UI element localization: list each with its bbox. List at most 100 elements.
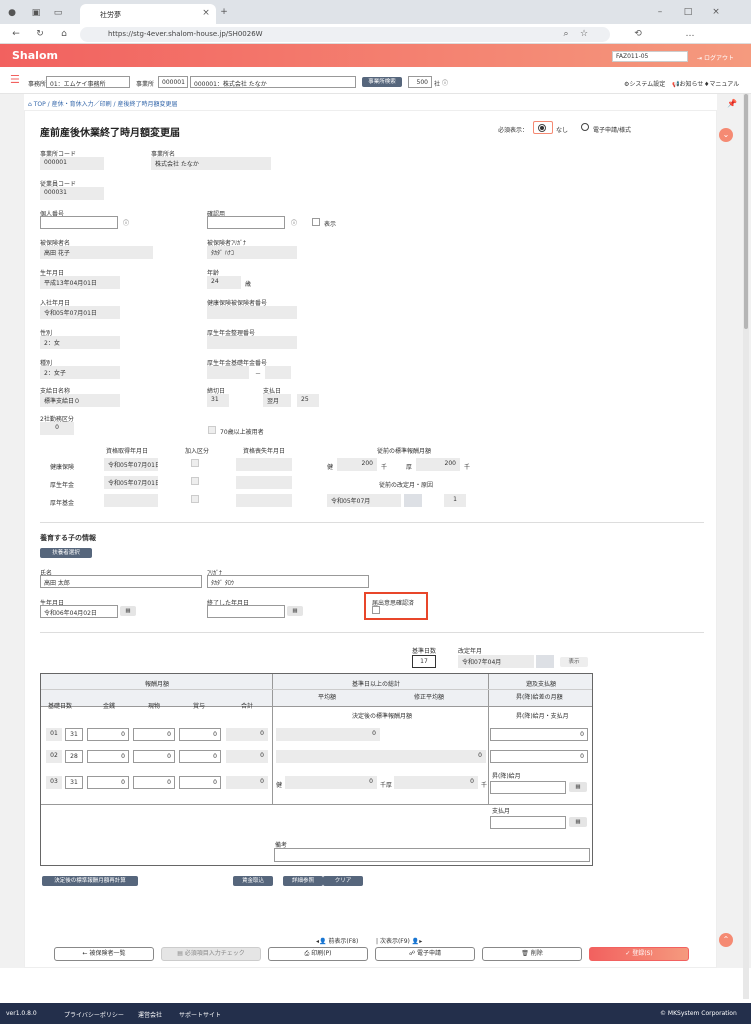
row-goods-input[interactable]: 0 bbox=[133, 750, 175, 763]
scroll-top-icon[interactable]: ⌃ bbox=[719, 933, 733, 947]
menu-icon[interactable]: ☰ bbox=[10, 73, 20, 86]
pin-icon[interactable]: 📌 bbox=[727, 99, 737, 108]
footer-privacy[interactable]: プライバシーポリシー bbox=[64, 1010, 124, 1019]
paym-calendar-icon[interactable]: ▦ bbox=[569, 817, 587, 827]
home-icon[interactable]: ⌂ bbox=[58, 29, 70, 39]
notice-link[interactable]: 📢お知らせ bbox=[672, 79, 703, 88]
breadcrumb-top[interactable]: TOP bbox=[34, 101, 46, 108]
row-days-input[interactable]: 28 bbox=[65, 750, 83, 763]
manual-link[interactable]: ♦マニュアル bbox=[704, 79, 739, 88]
paym-input[interactable] bbox=[490, 816, 566, 829]
up-calendar-icon[interactable]: ▦ bbox=[569, 782, 587, 792]
office-label: 事務所 bbox=[28, 81, 47, 88]
ins-r2-lose bbox=[236, 476, 292, 489]
next-display[interactable]: | 次表示(F9) 👤▸ bbox=[376, 936, 422, 945]
retro-pay-input[interactable]: 0 bbox=[490, 750, 588, 763]
back-icon[interactable]: ← bbox=[10, 29, 22, 39]
detail-button[interactable]: 詳細参照 bbox=[283, 876, 323, 886]
over70-checkbox[interactable] bbox=[208, 426, 216, 434]
kosei-value bbox=[207, 336, 297, 349]
office-select[interactable]: 01：エムケイ事務所 bbox=[46, 76, 130, 88]
jigyosho-code-input[interactable]: 000001 bbox=[158, 76, 188, 88]
row-bonus-input[interactable]: 0 bbox=[179, 728, 221, 741]
footer-support[interactable]: サポートサイト bbox=[179, 1010, 221, 1019]
refresh-icon[interactable]: ↻ bbox=[34, 29, 46, 39]
settings-more-icon[interactable]: … bbox=[684, 29, 696, 39]
maximize-icon[interactable]: □ bbox=[682, 7, 694, 17]
print-button[interactable]: ⎙ 印刷(P) bbox=[268, 947, 368, 961]
tab-close-icon[interactable]: × bbox=[200, 8, 212, 18]
ins-h-join: 加入区分 bbox=[185, 448, 210, 455]
h-prevm: 昇(降)給差の月額 bbox=[516, 694, 563, 701]
profile-icon[interactable]: ● bbox=[6, 8, 18, 18]
must-none-radio-wrap[interactable] bbox=[533, 121, 553, 134]
url-field[interactable]: https://stg-4ever.shalom-house.jp/SH0026… bbox=[80, 27, 610, 42]
breadcrumb-1[interactable]: 産休・育休入力／印刷 bbox=[52, 101, 112, 108]
child-end-calendar-icon[interactable]: ▦ bbox=[287, 606, 303, 616]
row-money-input[interactable]: 0 bbox=[87, 750, 129, 763]
new-tab-icon[interactable]: + bbox=[218, 7, 230, 17]
delete-button[interactable]: 🗑 削除 bbox=[482, 947, 582, 961]
row-days-input[interactable]: 31 bbox=[65, 728, 83, 741]
child-end-input[interactable] bbox=[207, 605, 285, 618]
days-input[interactable]: 17 bbox=[412, 655, 436, 668]
zoom-icon[interactable]: ⌕ bbox=[560, 29, 572, 39]
account-select[interactable]: FAZ011-05 bbox=[612, 51, 688, 62]
row-goods-input[interactable]: 0 bbox=[133, 728, 175, 741]
e-apply-button[interactable]: ☍ 電子申請 bbox=[375, 947, 475, 961]
show-checkbox[interactable] bbox=[312, 218, 320, 226]
logout-link[interactable]: ⇥ ログアウト bbox=[697, 53, 734, 62]
ins-h-prev: 従前の標準報酬月額 bbox=[377, 448, 432, 455]
recalc-button[interactable]: 決定後の標準報酬月額再計算 bbox=[42, 876, 138, 886]
ins-ken: 健 bbox=[327, 464, 334, 471]
mynumber-input[interactable] bbox=[40, 216, 118, 229]
scrollbar-thumb[interactable] bbox=[744, 94, 748, 329]
row-bonus-input[interactable]: 0 bbox=[179, 776, 221, 789]
extensions-icon[interactable]: ⟲ bbox=[632, 29, 644, 39]
emp-code-value: 000031 bbox=[40, 187, 104, 200]
over70-label: 70歳以上被用者 bbox=[220, 429, 264, 436]
child-name-input[interactable]: 高田 太郎 bbox=[40, 575, 202, 588]
window-close-icon[interactable]: × bbox=[710, 7, 722, 17]
workspaces-icon[interactable]: ▣ bbox=[30, 8, 42, 18]
row-bonus-input[interactable]: 0 bbox=[179, 750, 221, 763]
child-birth-calendar-icon[interactable]: ▦ bbox=[120, 606, 136, 616]
footer-company[interactable]: 運営会社 bbox=[138, 1010, 162, 1019]
system-settings-link[interactable]: ⚙システム設定 bbox=[624, 79, 665, 88]
employee-list-button[interactable]: ← 被保険者一覧 bbox=[54, 947, 154, 961]
child-kana-input[interactable]: ﾀｶﾀﾞ ﾀﾛｳ bbox=[207, 575, 369, 588]
minimize-icon[interactable]: – bbox=[654, 7, 666, 17]
count-input[interactable]: 500 bbox=[408, 76, 432, 88]
must-e-radio[interactable] bbox=[581, 123, 589, 131]
dependent-select-button[interactable]: 扶養者選択 bbox=[40, 548, 92, 558]
kiso-value-2 bbox=[265, 366, 291, 379]
name-value: 高田 花子 bbox=[40, 246, 153, 259]
confirm-info-icon: ⓘ bbox=[291, 220, 298, 227]
row-goods-input[interactable]: 0 bbox=[133, 776, 175, 789]
tab-actions-icon[interactable]: ▭ bbox=[52, 8, 64, 18]
retro-diff-input[interactable]: 0 bbox=[490, 728, 588, 741]
row-money-input[interactable]: 0 bbox=[87, 728, 129, 741]
collapse-top-icon[interactable]: ⌄ bbox=[719, 128, 733, 142]
kiso-sep: － bbox=[255, 371, 262, 378]
child-confirm-checkbox[interactable] bbox=[372, 606, 380, 614]
browser-tab[interactable]: 社労夢 bbox=[80, 4, 216, 24]
kaitei-extra bbox=[404, 494, 422, 507]
memo-input[interactable] bbox=[274, 848, 590, 862]
prev-display[interactable]: ◂👤 前表示(F8) bbox=[316, 936, 358, 945]
row-days-input[interactable]: 31 bbox=[65, 776, 83, 789]
wage-import-button[interactable]: 賃金取込 bbox=[233, 876, 273, 886]
row-money-input[interactable]: 0 bbox=[87, 776, 129, 789]
ins-r3-date bbox=[104, 494, 158, 507]
clear-button[interactable]: クリア bbox=[323, 876, 363, 886]
child-birth-input[interactable]: 令和06年04月02日 bbox=[40, 605, 118, 618]
up-input[interactable] bbox=[490, 781, 566, 794]
rev-show-button[interactable]: 表示 bbox=[560, 657, 588, 667]
save-button[interactable]: ✓ 登録(S) bbox=[589, 947, 689, 961]
jigyosho-search-button[interactable]: 事業所検索 bbox=[362, 77, 402, 87]
required-check-button[interactable]: ▤ 必須項目入力チェック bbox=[161, 947, 261, 961]
favorite-icon[interactable]: ☆ bbox=[578, 29, 590, 39]
confirm-input[interactable] bbox=[207, 216, 285, 229]
jigyosho-select[interactable]: 000001：株式会社 たなか bbox=[190, 76, 356, 88]
ins-r1-date: 令和05年07月01日 bbox=[104, 458, 158, 471]
